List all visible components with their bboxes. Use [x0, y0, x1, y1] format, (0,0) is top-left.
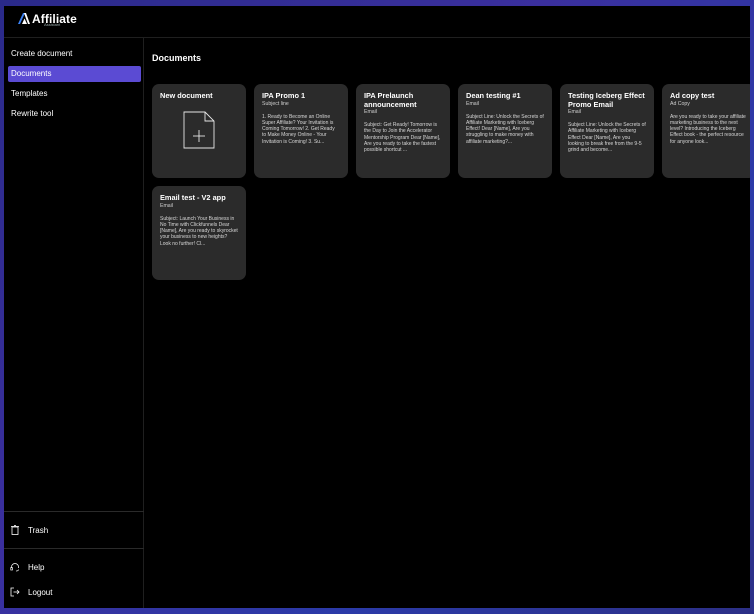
logout-button[interactable]: Logout: [10, 587, 52, 597]
card-type: Email: [568, 109, 581, 115]
document-card[interactable]: IPA Prelaunch announcement Email Subject…: [356, 84, 450, 178]
logout-label: Logout: [28, 587, 53, 597]
logo-subtext: Assistant: [44, 22, 61, 27]
document-card[interactable]: IPA Promo 1 Subject line 1. Ready to Bec…: [254, 84, 348, 178]
help-label: Help: [28, 562, 45, 572]
logout-icon: [10, 587, 20, 597]
card-type: Ad Copy: [670, 100, 690, 107]
card-title: IPA Prelaunch announcement: [364, 91, 417, 109]
new-document-icon: [183, 111, 215, 149]
sidebar-item-create-document[interactable]: Create document: [8, 46, 141, 62]
card-preview: Subject: Launch Your Business in No Time…: [160, 215, 238, 247]
card-title: Dean testing #1: [466, 91, 521, 100]
sidebar: Create document Documents Templates Rewr…: [4, 38, 144, 608]
card-type: Subject line: [262, 100, 289, 107]
app-window: Affiliate Assistant Create document Docu…: [4, 6, 750, 608]
card-title: Ad copy test: [670, 91, 715, 100]
card-preview: Are you ready to take your affiliate mar…: [670, 113, 746, 145]
trash-button[interactable]: Trash: [10, 525, 48, 535]
card-title: IPA Promo 1: [262, 91, 306, 100]
page-title: Documents: [152, 53, 202, 63]
logo-mark-icon: [18, 13, 30, 24]
document-card[interactable]: Testing Iceberg Effect Promo Email Email…: [560, 84, 654, 178]
card-title: Email test - V2 app: [160, 193, 226, 202]
sidebar-divider: [4, 548, 144, 549]
card-type: Email: [364, 109, 377, 115]
top-bar: Affiliate Assistant: [4, 6, 750, 38]
card-title: New document: [160, 91, 213, 100]
help-button[interactable]: Help: [10, 562, 44, 572]
sidebar-item-documents[interactable]: Documents: [8, 66, 141, 82]
card-preview: Subject Line: Unlock the Secrets of Affi…: [568, 122, 646, 154]
trash-icon: [10, 525, 20, 535]
sidebar-item-rewrite-tool[interactable]: Rewrite tool: [8, 106, 141, 122]
document-card[interactable]: Dean testing #1 Email Subject Line: Unlo…: [458, 84, 552, 178]
sidebar-divider: [4, 511, 144, 512]
card-type: Email: [466, 100, 479, 107]
sidebar-item-templates[interactable]: Templates: [8, 86, 141, 102]
new-document-card[interactable]: New document: [152, 84, 246, 178]
main-content: Documents New document IPA Promo 1 Subje…: [152, 38, 750, 608]
card-title: Testing Iceberg Effect Promo Email: [568, 91, 645, 109]
card-preview: Subject Line: Unlock the Secrets of Affi…: [466, 113, 544, 145]
card-type: Email: [160, 202, 173, 209]
trash-label: Trash: [28, 525, 49, 535]
document-card[interactable]: Ad copy test Ad Copy Are you ready to ta…: [662, 84, 750, 178]
headset-icon: [10, 562, 20, 572]
document-card[interactable]: Email test - V2 app Email Subject: Launc…: [152, 186, 246, 280]
card-preview: Subject: Get Ready! Tomorrow is the Day …: [364, 122, 441, 154]
card-preview: 1. Ready to Become an Online Super Affil…: [262, 113, 335, 145]
